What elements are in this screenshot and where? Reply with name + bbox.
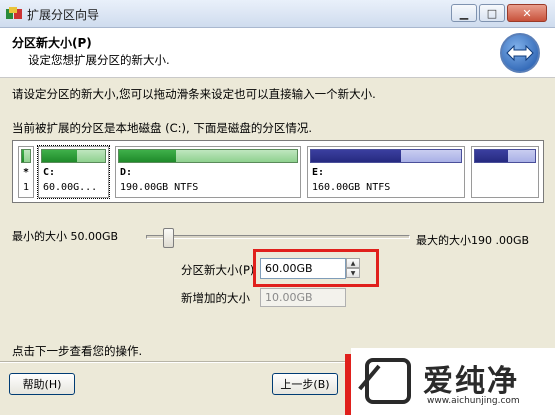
added-size-label: 新增加的大小	[181, 291, 250, 305]
watermark-url: www.aichunjing.com	[427, 396, 520, 406]
usage-fill	[475, 150, 508, 162]
close-icon: ✕	[522, 6, 532, 20]
usage-bar	[474, 149, 536, 163]
maximize-button[interactable]: □	[479, 4, 505, 22]
usage-fill	[119, 150, 176, 162]
help-button[interactable]: 帮助(H)	[9, 373, 75, 395]
app-icon	[6, 7, 22, 19]
title-bar: 扩展分区向导 ▁ □ ✕	[0, 0, 555, 28]
watermark-logo-icon	[365, 358, 411, 404]
watermark: 爱纯净 www.aichunjing.com	[351, 348, 555, 415]
size-slider-track[interactable]	[146, 235, 410, 239]
minimize-button[interactable]: ▁	[451, 4, 477, 22]
window-title: 扩展分区向导	[27, 8, 100, 22]
minimize-icon: ▁	[459, 6, 469, 20]
partition-block-f[interactable]	[471, 146, 539, 198]
usage-bar	[41, 149, 106, 163]
partition-block-d[interactable]: D: 190.00GB NTFS	[115, 146, 301, 198]
min-size-label: 最小的大小 50.00GB	[12, 230, 119, 243]
highlight-annotation	[253, 249, 379, 287]
page-title: 分区新大小(P)	[12, 36, 92, 50]
page-subtitle: 设定您想扩展分区的新大小.	[28, 53, 170, 67]
usage-fill	[42, 150, 77, 162]
partition-letter: E:	[312, 167, 325, 178]
back-button[interactable]: 上一步(B)	[272, 373, 338, 395]
current-partition-text: 当前被扩展的分区是本地磁盘 (C:), 下面是磁盘的分区情况.	[12, 121, 312, 135]
partition-block-e[interactable]: E: 160.00GB NTFS	[307, 146, 465, 198]
partition-block-star[interactable]: * 1	[18, 146, 34, 198]
partition-info: 160.00GB NTFS	[312, 182, 391, 193]
partition-block-c[interactable]: C: 60.00G...	[37, 145, 110, 199]
partition-info: 60.00G...	[43, 182, 98, 193]
usage-bar	[21, 149, 31, 163]
partition-info: 190.00GB NTFS	[120, 182, 199, 193]
new-size-label: 分区新大小(P)	[181, 263, 255, 277]
instruction-text: 请设定分区的新大小,您可以拖动滑条来设定也可以直接输入一个新大小.	[12, 87, 376, 101]
disk-map: * 1 C: 60.00G... D: 190.00GB NTFS E: 160…	[12, 140, 544, 203]
wizard-header: 分区新大小(P) 设定您想扩展分区的新大小.	[0, 28, 555, 78]
footer-hint: 点击下一步查看您的操作.	[12, 344, 143, 358]
close-button[interactable]: ✕	[507, 4, 547, 22]
usage-fill	[22, 150, 25, 162]
partition-info: 1	[23, 182, 30, 193]
added-size-field: 10.00GB	[260, 288, 346, 307]
resize-arrows-icon	[500, 33, 540, 73]
partition-letter: *	[23, 167, 30, 178]
maximize-icon: □	[486, 6, 498, 20]
watermark-name: 爱纯净	[423, 364, 519, 399]
partition-letter: C:	[43, 167, 56, 178]
usage-bar	[118, 149, 298, 163]
max-size-label: 最大的大小190 .00GB	[416, 234, 530, 247]
partition-letter: D:	[120, 167, 133, 178]
size-slider-thumb[interactable]	[163, 228, 174, 248]
usage-bar	[310, 149, 462, 163]
usage-fill	[311, 150, 401, 162]
